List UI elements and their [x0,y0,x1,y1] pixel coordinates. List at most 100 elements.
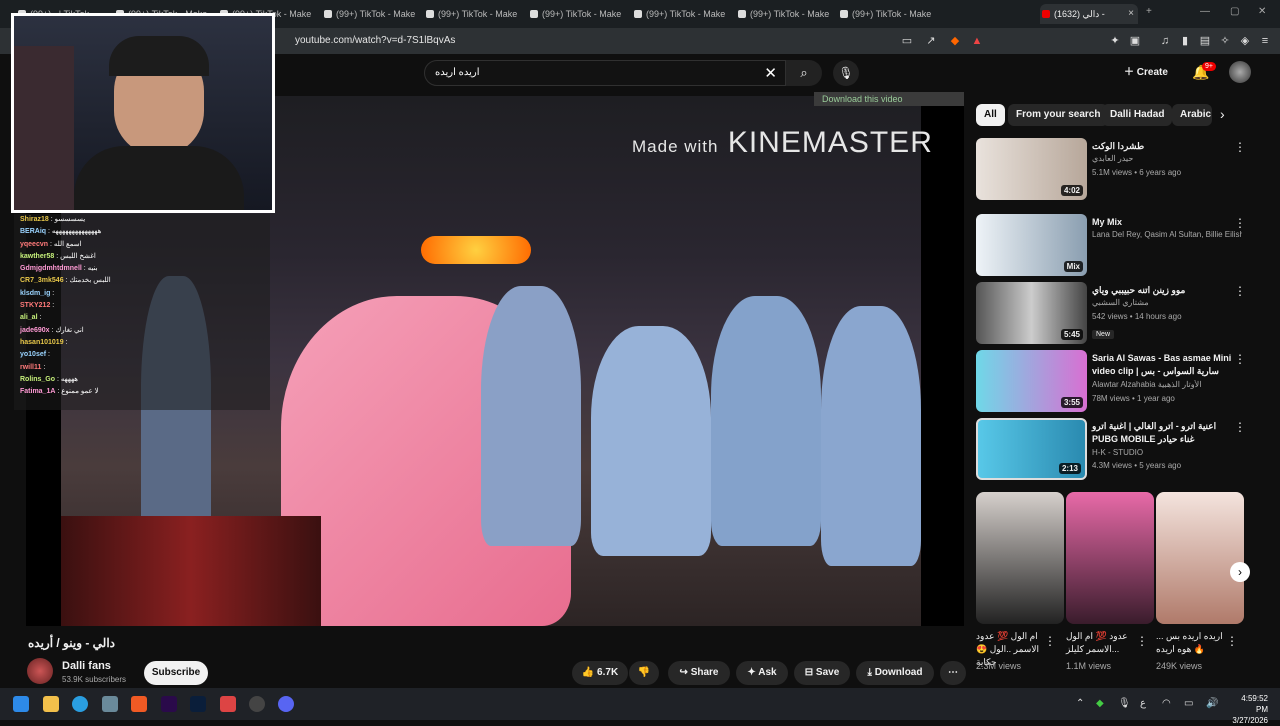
chat-username[interactable]: kawther58 [20,253,54,260]
sidebar-icon[interactable]: ▮ [1178,34,1192,48]
chat-username[interactable]: jade690x [20,327,50,334]
store-icon[interactable] [102,696,118,712]
chat-username[interactable]: Fatima_1A [20,388,55,395]
vpn-icon[interactable]: ◈ [1238,34,1252,48]
chevron-right-icon[interactable]: › [1220,106,1225,122]
url-field[interactable]: youtube.com/watch?v=d-7S1lBqvAs [295,35,455,46]
tray-app-icon[interactable]: ◆ [1096,698,1104,709]
discord-icon[interactable] [278,696,294,712]
chat-username[interactable]: yqeecvn [20,241,48,248]
brave-shield-icon[interactable]: ◆ [948,34,962,48]
rewards-icon[interactable]: ▲ [970,34,984,48]
photoshop-icon[interactable] [190,696,206,712]
keyboard-language[interactable]: ع [1140,698,1146,709]
edge-icon[interactable] [72,696,88,712]
wallet-icon[interactable]: ▣ [1128,34,1142,48]
browser-tab[interactable]: (99+) TikTok - Make [424,4,524,24]
rec-video[interactable]: 4:02 طشردا الوكت حيدر العابدي 5.1M views… [976,138,1266,202]
chat-username[interactable]: Rolins_Go [20,376,55,383]
browser-tab[interactable]: (99+) TikTok - Make [528,4,628,24]
more-actions-icon[interactable]: ⋯ [940,661,966,685]
channel-avatar[interactable] [27,658,53,684]
search-icon[interactable]: ⌕ [786,60,822,86]
more-options-icon[interactable]: ⋮ [1234,140,1246,154]
subscribe-button[interactable]: Subscribe [144,661,208,685]
chat-username[interactable]: Gdmjgdmhtdmnell [20,265,82,272]
rec-video[interactable]: 5:45 موو زينن اتنه حبيببي وياي مشتاري ال… [976,282,1266,346]
like-button[interactable]: 👍 6.7K [572,661,628,685]
minimize-button[interactable]: — [1200,6,1210,17]
chat-username[interactable]: BERAiq [20,228,46,235]
account-avatar[interactable] [1229,61,1251,83]
browser-tab[interactable]: (99+) TikTok - Make [632,4,732,24]
mic-icon[interactable]: 🎙 [833,60,859,86]
chat-username[interactable]: ali_al [20,314,38,321]
short-thumbnail[interactable] [1066,492,1154,624]
save-button[interactable]: ⊟ Save [794,661,850,685]
new-tab-button[interactable]: + [1146,6,1152,17]
premiere-icon[interactable] [161,696,177,712]
volume-icon[interactable]: 🔊 [1206,698,1218,709]
chip-arabic[interactable]: Arabic [1172,104,1212,126]
short-title[interactable]: اريده اريده بس ... 🔥 هوه اريده [1156,630,1236,656]
more-options-icon[interactable]: ⋮ [1226,634,1238,648]
browser-tab[interactable]: (99+) TikTok - Make [736,4,836,24]
music-icon[interactable]: ♫ [1158,34,1172,48]
short-thumbnail[interactable] [1156,492,1244,624]
download-video-extension[interactable]: Download this video [814,92,964,106]
wifi-icon[interactable]: ◠ [1162,698,1171,709]
chat-username[interactable]: STKY212 [20,302,50,309]
chat-username[interactable]: hasan101019 [20,339,64,346]
search-box[interactable]: اريده اريده ✕ [424,60,786,86]
more-options-icon[interactable]: ⋮ [1234,420,1246,434]
short-title[interactable]: عدود 💯 ام الول ...الاسمر كليلز [1066,630,1146,656]
create-button[interactable]: ＋ Create [1120,62,1168,84]
download-button[interactable]: ⤓ Download [856,661,934,685]
rec-mix[interactable]: Mix My Mix Lana Del Rey, Qasim Al Sultan… [976,214,1266,278]
start-icon[interactable] [13,696,29,712]
chat-username[interactable]: rwill11 [20,364,41,371]
rec-video[interactable]: 2:13 اعنية اترو - اترو الغالي | اغنية ات… [976,418,1266,482]
more-options-icon[interactable]: ⋮ [1136,634,1148,648]
short-thumbnail[interactable] [976,492,1064,624]
channel-name[interactable]: Dalli fans [62,660,111,672]
more-options-icon[interactable]: ⋮ [1234,284,1246,298]
chevron-up-icon[interactable]: ⌃ [1076,698,1084,709]
shorts-next-arrow-icon[interactable]: › [1230,562,1250,582]
microphone-icon[interactable]: 🎙 [1118,698,1131,709]
paint-icon[interactable] [220,696,236,712]
search-input[interactable]: اريده اريده [435,67,480,78]
chip-all[interactable]: All [976,104,1005,126]
wallet2-icon[interactable]: ▤ [1198,34,1212,48]
more-options-icon[interactable]: ⋮ [1234,216,1246,230]
browser-tab-active[interactable]: (1632) دالي - × [1040,4,1138,24]
share-button[interactable]: ↪ Share [668,661,730,685]
maximize-button[interactable]: ▢ [1230,6,1239,17]
brave-icon[interactable] [131,696,147,712]
chat-username[interactable]: klsdm_ig [20,290,50,297]
chat-username[interactable]: CR7_3mk546 [20,277,64,284]
close-window-button[interactable]: ✕ [1258,6,1266,17]
extensions-icon[interactable]: ✦ [1108,34,1122,48]
system-clock[interactable]: 4:59:52 PM 3/27/2026 [1228,693,1268,726]
obs-icon[interactable] [249,696,265,712]
close-tab-icon[interactable]: × [1128,4,1134,24]
browser-tab[interactable]: (99+) TikTok - Make [838,4,938,24]
menu-icon[interactable]: ≡ [1258,34,1272,48]
ask-button[interactable]: ✦ Ask [736,661,788,685]
more-options-icon[interactable]: ⋮ [1044,634,1056,648]
chat-username[interactable]: yo10sef [20,351,46,358]
chip-from-search[interactable]: From your search [1008,104,1109,126]
file-explorer-icon[interactable] [43,696,59,712]
clear-search-icon[interactable]: ✕ [764,64,777,82]
rec-video[interactable]: 3:55 Saria Al Sawas - Bas asmae Mini vid… [976,350,1266,414]
share-icon[interactable]: ↗ [924,34,938,48]
chat-username[interactable]: Shiraz18 [20,216,49,223]
leo-icon[interactable]: ✧ [1218,34,1232,48]
dislike-button[interactable]: 👎 [629,661,659,685]
screen-icon[interactable]: ▭ [900,34,914,48]
more-options-icon[interactable]: ⋮ [1234,352,1246,366]
chip-dalli-hadad[interactable]: Dalli Hadad [1102,104,1173,126]
network-icon[interactable]: ▭ [1184,698,1193,709]
browser-tab[interactable]: (99+) TikTok - Make [322,4,422,24]
